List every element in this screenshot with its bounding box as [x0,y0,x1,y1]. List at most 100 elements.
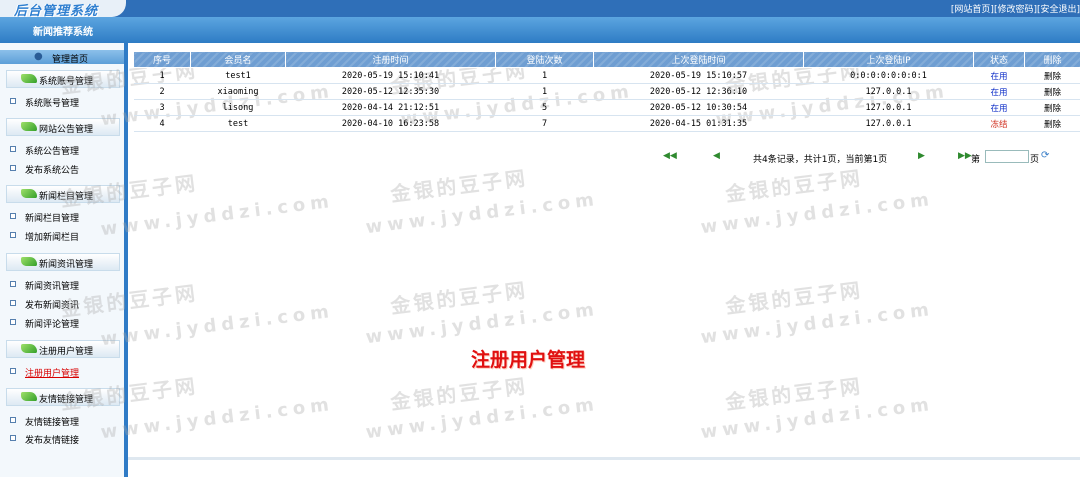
cell-last-login-ip: 127.0.0.1 [803,99,974,116]
sidebar-item-notices[interactable]: 系统公告管理 [0,143,124,157]
cell-username: lisong [190,99,286,116]
sidebar-group-label: 新闻资讯管理 [39,260,94,270]
sidebar-group-links[interactable]: 友情链接管理 [6,388,120,406]
sidebar-item-add-column[interactable]: 增加新闻栏目 [0,229,124,243]
watermark-en: www.jyddzi.com [364,298,600,349]
site-home-link[interactable]: [网站首页] [951,5,994,15]
sidebar-group-columns[interactable]: 新闻栏目管理 [6,185,120,203]
sidebar-home-label: 管理首页 [52,55,89,65]
watermark-en: www.jyddzi.com [699,393,935,444]
page-number-input[interactable] [985,150,1029,163]
system-title: 新闻推荐系统 [33,27,93,38]
status-toggle-link[interactable]: 冻结 [973,115,1025,132]
table-row: 3 lisong 2020-04-14 21:12:51 5 2020-05-1… [133,99,1080,116]
cell-last-login-time: 2020-05-12 10:30:54 [593,99,804,116]
sidebar-group-label: 新闻栏目管理 [39,192,94,202]
table-row: 4 test 2020-04-10 16:23:58 7 2020-04-15 … [133,115,1080,132]
sidebar-item-links[interactable]: 友情链接管理 [0,414,124,428]
cell-index: 2 [133,83,191,100]
next-page-icon[interactable]: ▶ [918,151,925,161]
delete-link[interactable]: 删除 [1024,67,1080,84]
status-toggle-link[interactable]: 在用 [973,67,1025,84]
sidebar-item-publish-news[interactable]: 发布新闻资讯 [0,297,124,311]
refresh-go-icon[interactable]: ⟳ [1041,150,1049,161]
change-password-link[interactable]: [修改密码] [994,5,1037,15]
delete-link[interactable]: 删除 [1024,115,1080,132]
first-page-icon[interactable]: ◀◀ [663,151,677,161]
page-prefix-label: 第 [971,155,981,165]
bullet-icon [10,300,16,306]
bullet-icon [10,281,16,287]
bullet-icon [10,98,16,104]
sidebar-item-label: 系统账号管理 [25,99,80,109]
sidebar-item-publish-link[interactable]: 发布友情链接 [0,432,124,446]
watermark-cn: 金银的豆子网 [724,165,865,207]
cell-last-login-ip: 127.0.0.1 [803,115,974,132]
sidebar-group-users[interactable]: 注册用户管理 [6,340,120,358]
sidebar: ● 管理首页 系统账号管理 系统账号管理 网站公告管理 系统公告管理 发布系统公… [0,43,125,477]
sidebar-home[interactable]: ● 管理首页 [0,50,124,65]
sidebar-item-label: 发布友情链接 [25,436,80,446]
cell-last-login-time: 2020-04-15 01:31:35 [593,115,804,132]
watermark-cn: 金银的豆子网 [724,277,865,319]
sidebar-item-accounts[interactable]: 系统账号管理 [0,95,124,109]
table-row: 1 test1 2020-05-19 15:10:41 1 2020-05-19… [133,67,1080,84]
cell-last-login-time: 2020-05-12 12:36:10 [593,83,804,100]
watermark-en: www.jyddzi.com [699,188,935,239]
sidebar-group-label: 友情链接管理 [39,395,94,405]
bullet-icon [10,213,16,219]
column-header: 登陆次数 [495,51,594,68]
sidebar-item-label: 注册用户管理 [25,369,80,379]
sidebar-item-users[interactable]: 注册用户管理 [0,365,124,379]
sidebar-item-label: 新闻资讯管理 [25,282,80,292]
sidebar-group-accounts[interactable]: 系统账号管理 [6,70,120,88]
column-header: 状态 [973,51,1025,68]
sidebar-group-news[interactable]: 新闻资讯管理 [6,253,120,271]
bullet-icon [10,319,16,325]
page-title: 注册用户管理 [471,349,586,371]
column-header: 删除 [1024,51,1080,68]
watermark-en: www.jyddzi.com [99,190,335,241]
status-toggle-link[interactable]: 在用 [973,83,1025,100]
table-row: 2 xiaoming 2020-05-12 12:35:30 1 2020-05… [133,83,1080,100]
cell-register-time: 2020-04-14 21:12:51 [285,99,496,116]
sidebar-item-label: 新闻评论管理 [25,320,80,330]
logout-link[interactable]: [安全退出] [1037,5,1080,15]
cell-login-count: 1 [495,83,594,100]
cell-index: 3 [133,99,191,116]
folder-arrow-icon [21,257,37,266]
sidebar-item-columns[interactable]: 新闻栏目管理 [0,210,124,224]
column-header: 注册时间 [285,51,496,68]
sidebar-group-notices[interactable]: 网站公告管理 [6,118,120,136]
column-header: 上次登陆时间 [593,51,804,68]
column-header: 序号 [133,51,191,68]
watermark-cn: 金银的豆子网 [389,373,530,415]
column-header: 会员名 [190,51,286,68]
status-toggle-link[interactable]: 在用 [973,99,1025,116]
user-table-panel: 序号 会员名 注册时间 登陆次数 上次登陆时间 上次登陆IP 状态 删除 1 t… [133,51,1080,132]
logo-tab: 后台管理系统 [0,0,126,19]
prev-page-icon[interactable]: ◀ [713,151,720,161]
sidebar-item-label: 新闻栏目管理 [25,214,80,224]
bullet-icon [10,165,16,171]
cell-last-login-time: 2020-05-19 15:10:57 [593,67,804,84]
cell-last-login-ip: 127.0.0.1 [803,83,974,100]
cell-index: 1 [133,67,191,84]
cell-register-time: 2020-05-19 15:10:41 [285,67,496,84]
sidebar-item-news[interactable]: 新闻资讯管理 [0,278,124,292]
folder-arrow-icon [21,189,37,198]
watermark-en: www.jyddzi.com [364,393,600,444]
last-page-icon[interactable]: ▶▶ [958,151,972,161]
delete-link[interactable]: 删除 [1024,83,1080,100]
bullet-icon [10,368,16,374]
watermark-cn: 金银的豆子网 [389,277,530,319]
top-bar: 后台管理系统 [网站首页][修改密码][安全退出] [0,0,1080,19]
sidebar-item-comments[interactable]: 新闻评论管理 [0,316,124,330]
cell-register-time: 2020-05-12 12:35:30 [285,83,496,100]
folder-arrow-icon [21,74,37,83]
cell-login-count: 5 [495,99,594,116]
delete-link[interactable]: 删除 [1024,99,1080,116]
home-icon: ● [34,51,43,62]
folder-arrow-icon [21,344,37,353]
sidebar-item-publish-notice[interactable]: 发布系统公告 [0,162,124,176]
